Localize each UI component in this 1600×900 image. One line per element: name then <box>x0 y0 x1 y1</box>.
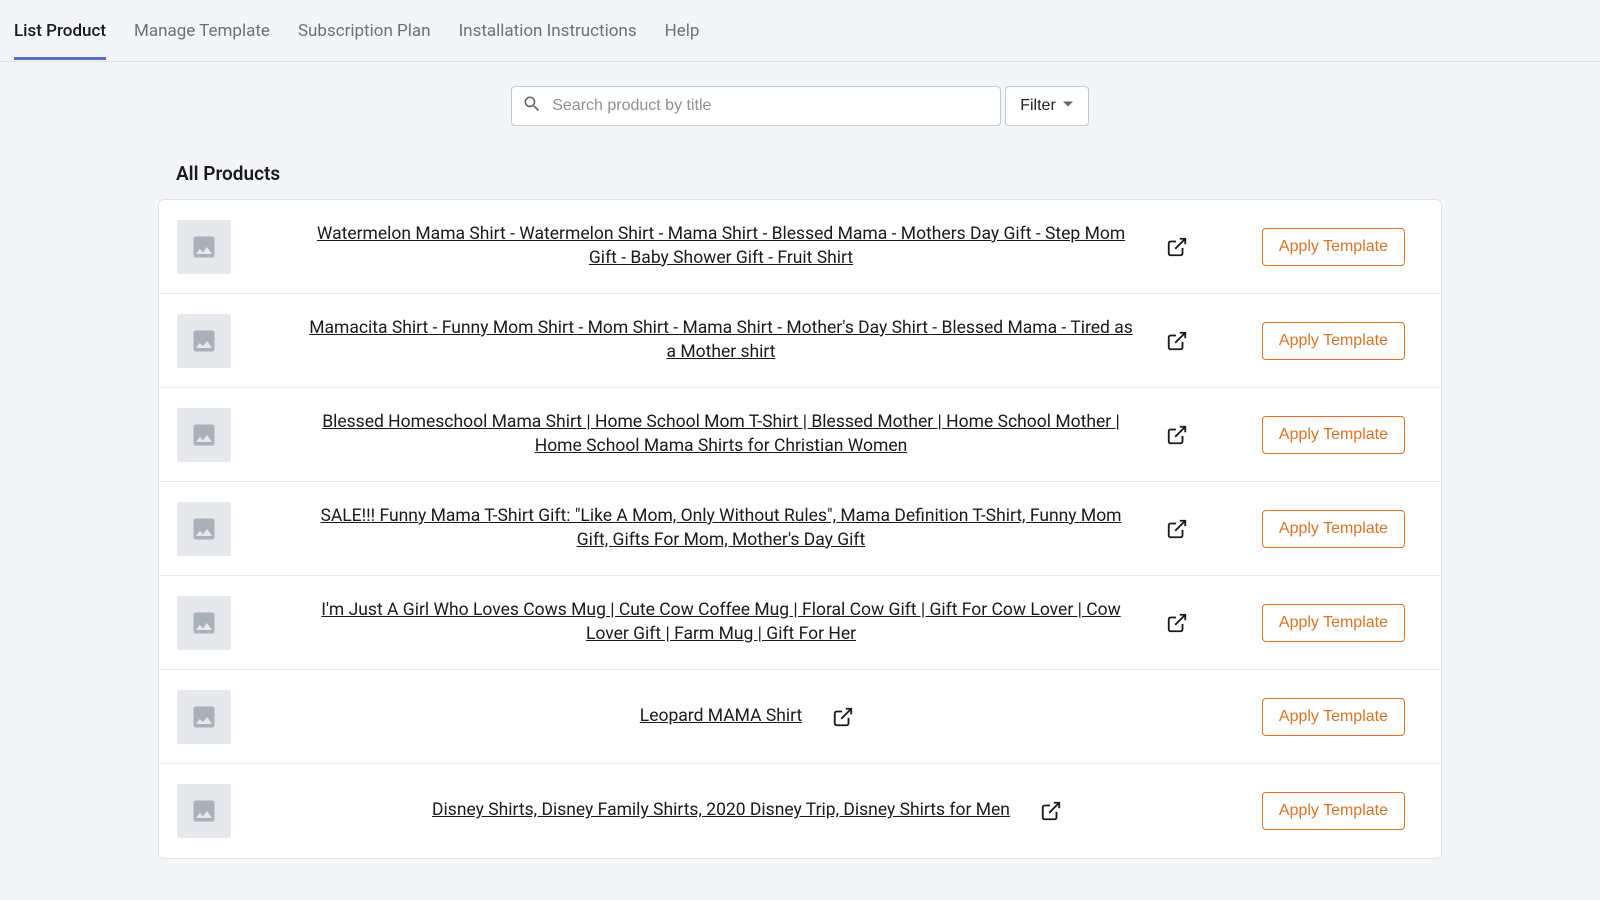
product-title-link[interactable]: Disney Shirts, Disney Family Shirts, 202… <box>432 799 1010 823</box>
product-title-link[interactable]: Watermelon Mama Shirt - Watermelon Shirt… <box>306 223 1136 270</box>
title-wrap: I'm Just A Girl Who Loves Cows Mug | Cut… <box>277 599 1217 646</box>
product-list: Watermelon Mama Shirt - Watermelon Shirt… <box>158 199 1442 859</box>
product-thumbnail <box>177 314 231 368</box>
external-link-icon[interactable] <box>1166 518 1188 540</box>
apply-template-button[interactable]: Apply Template <box>1262 698 1405 736</box>
product-row: Mamacita Shirt - Funny Mom Shirt - Mom S… <box>159 294 1441 388</box>
product-title-link[interactable]: Blessed Homeschool Mama Shirt | Home Sch… <box>306 411 1136 458</box>
filter-label: Filter <box>1020 97 1056 115</box>
chevron-down-icon <box>1062 97 1074 115</box>
search-box <box>511 86 1001 126</box>
product-thumbnail <box>177 596 231 650</box>
tab-subscription-plan[interactable]: Subscription Plan <box>298 3 431 59</box>
product-row: SALE!!! Funny Mama T-Shirt Gift: "Like A… <box>159 482 1441 576</box>
title-wrap: SALE!!! Funny Mama T-Shirt Gift: "Like A… <box>277 505 1217 552</box>
tab-list-product[interactable]: List Product <box>14 3 106 59</box>
product-row: I'm Just A Girl Who Loves Cows Mug | Cut… <box>159 576 1441 670</box>
search-row: Filter <box>0 86 1600 126</box>
product-title-link[interactable]: SALE!!! Funny Mama T-Shirt Gift: "Like A… <box>306 505 1136 552</box>
product-title-link[interactable]: Leopard MAMA Shirt <box>640 705 802 729</box>
external-link-icon[interactable] <box>1166 424 1188 446</box>
title-wrap: Leopard MAMA Shirt <box>277 705 1217 729</box>
apply-template-button[interactable]: Apply Template <box>1262 322 1405 360</box>
tab-help[interactable]: Help <box>665 3 700 59</box>
external-link-icon[interactable] <box>1040 800 1062 822</box>
section-title: All Products <box>176 162 1600 185</box>
external-link-icon[interactable] <box>1166 612 1188 634</box>
tabs-nav: List Product Manage Template Subscription … <box>0 0 1600 62</box>
search-input[interactable] <box>552 97 990 115</box>
product-row: Leopard MAMA Shirt Apply Template <box>159 670 1441 764</box>
product-title-link[interactable]: Mamacita Shirt - Funny Mom Shirt - Mom S… <box>306 317 1136 364</box>
external-link-icon[interactable] <box>1166 236 1188 258</box>
apply-template-button[interactable]: Apply Template <box>1262 792 1405 830</box>
product-thumbnail <box>177 502 231 556</box>
external-link-icon[interactable] <box>1166 330 1188 352</box>
product-thumbnail <box>177 784 231 838</box>
title-wrap: Watermelon Mama Shirt - Watermelon Shirt… <box>277 223 1217 270</box>
tab-installation-instructions[interactable]: Installation Instructions <box>459 3 637 59</box>
product-thumbnail <box>177 408 231 462</box>
product-thumbnail <box>177 690 231 744</box>
apply-template-button[interactable]: Apply Template <box>1262 228 1405 266</box>
title-wrap: Mamacita Shirt - Funny Mom Shirt - Mom S… <box>277 317 1217 364</box>
product-row: Blessed Homeschool Mama Shirt | Home Sch… <box>159 388 1441 482</box>
product-thumbnail <box>177 220 231 274</box>
external-link-icon[interactable] <box>832 706 854 728</box>
product-row: Watermelon Mama Shirt - Watermelon Shirt… <box>159 200 1441 294</box>
title-wrap: Disney Shirts, Disney Family Shirts, 202… <box>277 799 1217 823</box>
product-row: Disney Shirts, Disney Family Shirts, 202… <box>159 764 1441 858</box>
tab-manage-template[interactable]: Manage Template <box>134 3 270 59</box>
apply-template-button[interactable]: Apply Template <box>1262 416 1405 454</box>
apply-template-button[interactable]: Apply Template <box>1262 510 1405 548</box>
search-icon <box>522 94 542 118</box>
title-wrap: Blessed Homeschool Mama Shirt | Home Sch… <box>277 411 1217 458</box>
apply-template-button[interactable]: Apply Template <box>1262 604 1405 642</box>
filter-button[interactable]: Filter <box>1005 86 1089 126</box>
product-title-link[interactable]: I'm Just A Girl Who Loves Cows Mug | Cut… <box>306 599 1136 646</box>
